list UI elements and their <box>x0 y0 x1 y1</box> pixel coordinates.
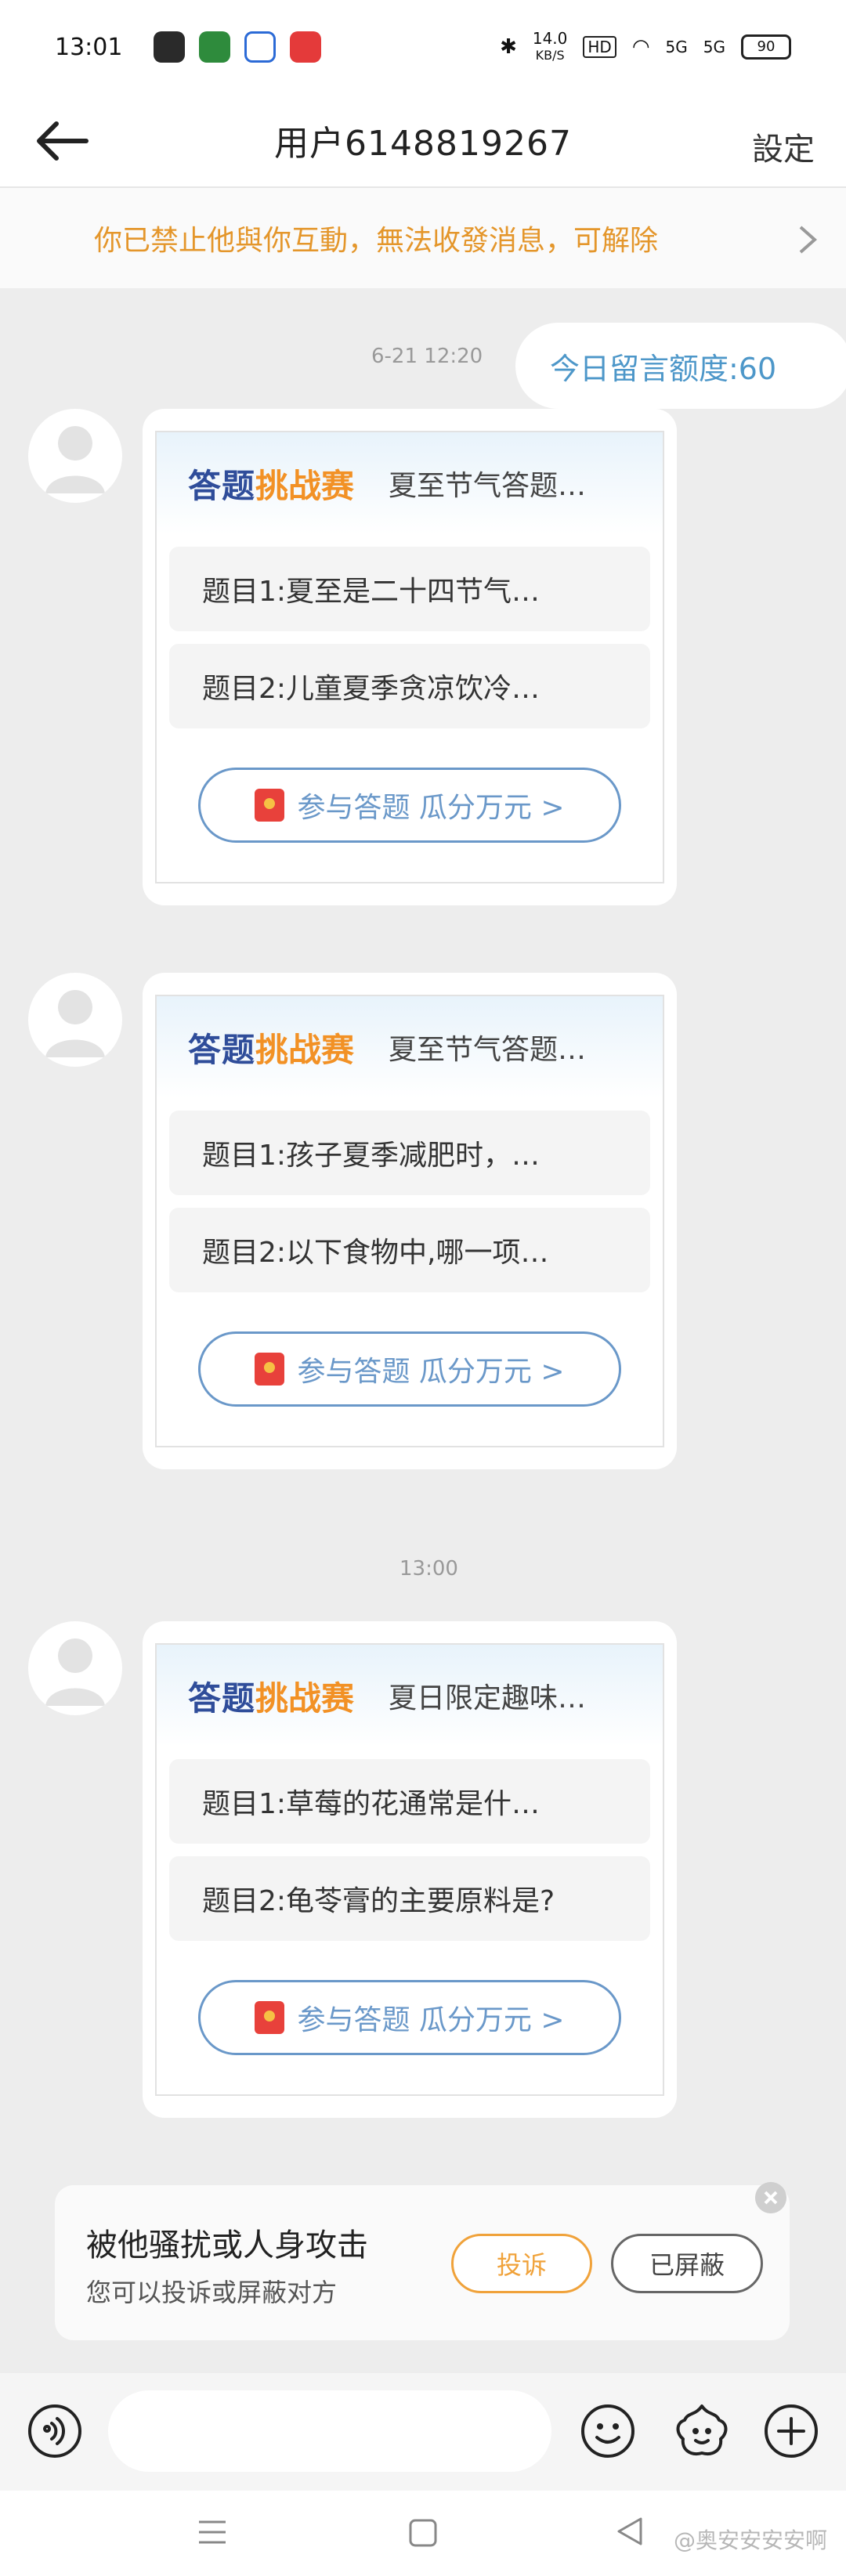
quiz-brand-accent: 挑战赛 <box>255 466 355 505</box>
quiz-card-header: 答题 挑战赛 夏至节气答题… <box>157 996 663 1098</box>
avatar[interactable] <box>28 409 122 503</box>
block-notice-banner[interactable]: 你已禁止他與你互動，無法收發消息，可解除 <box>0 188 846 288</box>
status-bar: 13:01 ✱ 14.0 KB/S HD ◠ 5G 5G 90 <box>0 0 846 94</box>
quiz-brand: 答题 <box>188 1030 256 1069</box>
settings-button[interactable]: 設定 <box>752 124 815 169</box>
system-nav-bar: @奥安安安安啊 <box>0 2491 846 2576</box>
quiz-question[interactable]: 题目2:以下食物中,哪一项… <box>169 1208 650 1292</box>
quiz-card[interactable]: 答题 挑战赛 夏日限定趣味… 题目1:草莓的花通常是什… 题目2:龟苓膏的主要原… <box>143 1621 677 2118</box>
menu-icon[interactable] <box>197 2519 227 2545</box>
red-packet-icon <box>255 2001 285 2034</box>
quiz-card-header: 答题 挑战赛 夏至节气答题… <box>157 432 663 534</box>
harassment-title: 被他骚扰或人身攻击 <box>86 2227 368 2263</box>
message-timestamp: 13:00 <box>400 1557 458 1581</box>
close-icon[interactable] <box>755 2182 786 2213</box>
quiz-question[interactable]: 题目2:龟苓膏的主要原料是? <box>169 1856 650 1941</box>
cloud-app-icon <box>244 31 277 63</box>
join-quiz-button[interactable]: 参与答题 瓜分万元 > <box>198 1331 621 1407</box>
chevron-right-icon <box>799 226 818 254</box>
join-quiz-button[interactable]: 参与答题 瓜分万元 > <box>198 1980 621 2055</box>
hd-badge: HD <box>583 36 616 58</box>
status-time: 13:01 <box>55 33 123 61</box>
red-packet-icon <box>255 789 285 822</box>
daily-quota-text: 今日留言额度:60 <box>550 351 777 386</box>
wechat-icon <box>154 31 186 63</box>
quiz-card[interactable]: 答题 挑战赛 夏至节气答题… 题目1:夏至是二十四节气… 题目2:儿童夏季贪凉饮… <box>143 409 677 905</box>
avatar[interactable] <box>28 1621 122 1715</box>
quiz-brand: 答题 <box>188 466 256 505</box>
quiz-subtitle: 夏至节气答题… <box>389 470 587 502</box>
chat-screen: 13:01 ✱ 14.0 KB/S HD ◠ 5G 5G 90 用户614881… <box>0 0 846 2576</box>
daily-quota-bubble: 今日留言额度:60 <box>515 323 846 409</box>
quiz-card-header: 答题 挑战赛 夏日限定趣味… <box>157 1645 663 1747</box>
red-packet-icon <box>255 1353 285 1386</box>
block-notice-text: 你已禁止他與你互動，無法收發消息，可解除 <box>94 225 659 257</box>
sticker-icon[interactable] <box>672 2401 732 2461</box>
quiz-card-body: 答题 挑战赛 夏至节气答题… 题目1:夏至是二十四节气… 题目2:儿童夏季贪凉饮… <box>155 431 664 883</box>
blocked-button[interactable]: 已屏蔽 <box>611 2234 763 2293</box>
signal-1: 5G <box>665 38 688 56</box>
quiz-question[interactable]: 题目1:夏至是二十四节气… <box>169 547 650 631</box>
quiz-card-body: 答题 挑战赛 夏日限定趣味… 题目1:草莓的花通常是什… 题目2:龟苓膏的主要原… <box>155 1643 664 2096</box>
back-arrow-icon[interactable] <box>31 117 94 164</box>
avatar-icon <box>45 1638 105 1706</box>
plus-icon[interactable] <box>763 2403 819 2459</box>
report-button[interactable]: 投诉 <box>451 2234 592 2293</box>
join-quiz-button[interactable]: 参与答题 瓜分万元 > <box>198 768 621 843</box>
network-speed-value: 14.0 <box>532 29 568 48</box>
page-title: 用户6148819267 <box>274 124 572 164</box>
red-app-icon <box>290 31 322 63</box>
join-quiz-label: 参与答题 瓜分万元 > <box>297 2004 565 2036</box>
message-input-bar <box>0 2373 846 2491</box>
quiz-subtitle: 夏至节气答题… <box>389 1034 587 1066</box>
signal-2: 5G <box>703 38 725 56</box>
quiz-question[interactable]: 题目1:草莓的花通常是什… <box>169 1759 650 1844</box>
quiz-question[interactable]: 题目2:儿童夏季贪凉饮冷… <box>169 644 650 728</box>
quiz-card[interactable]: 答题 挑战赛 夏至节气答题… 题目1:孩子夏季减肥时，… 题目2:以下食物中,哪… <box>143 973 677 1469</box>
join-quiz-label: 参与答题 瓜分万元 > <box>297 1356 565 1388</box>
battery-icon: 90 <box>741 34 791 60</box>
quiz-card-body: 答题 挑战赛 夏至节气答题… 题目1:孩子夏季减肥时，… 题目2:以下食物中,哪… <box>155 995 664 1447</box>
quiz-brand-accent: 挑战赛 <box>255 1678 355 1718</box>
quiz-question[interactable]: 题目1:孩子夏季减肥时，… <box>169 1111 650 1195</box>
voice-icon[interactable] <box>27 2403 83 2459</box>
watermark-text: @奥安安安安啊 <box>674 2527 828 2553</box>
avatar-icon <box>45 426 105 493</box>
status-indicators: ✱ 14.0 KB/S HD ◠ 5G 5G 90 <box>500 30 791 64</box>
bluetooth-icon: ✱ <box>500 35 517 59</box>
avatar[interactable] <box>28 973 122 1067</box>
avatar-icon <box>45 990 105 1057</box>
home-icon[interactable] <box>407 2517 439 2549</box>
harassment-panel: 被他骚扰或人身攻击 您可以投诉或屏蔽对方 投诉 已屏蔽 <box>55 2182 790 2340</box>
wifi-icon: ◠ <box>631 35 650 59</box>
join-quiz-label: 参与答题 瓜分万元 > <box>297 792 565 824</box>
oppo-app-icon <box>199 31 231 63</box>
emoji-icon[interactable] <box>580 2403 636 2459</box>
harassment-subtitle: 您可以投诉或屏蔽对方 <box>86 2278 338 2307</box>
quiz-brand: 答题 <box>188 1678 256 1718</box>
nav-back-icon[interactable] <box>613 2514 647 2549</box>
chat-header: 用户6148819267 設定 <box>0 94 846 188</box>
message-timestamp: 6-21 12:20 <box>371 345 483 368</box>
quiz-brand-accent: 挑战赛 <box>255 1030 355 1069</box>
message-input[interactable] <box>108 2390 551 2472</box>
network-speed-unit: KB/S <box>535 48 565 63</box>
quiz-subtitle: 夏日限定趣味… <box>389 1682 587 1714</box>
network-speed: 14.0 KB/S <box>533 30 568 64</box>
